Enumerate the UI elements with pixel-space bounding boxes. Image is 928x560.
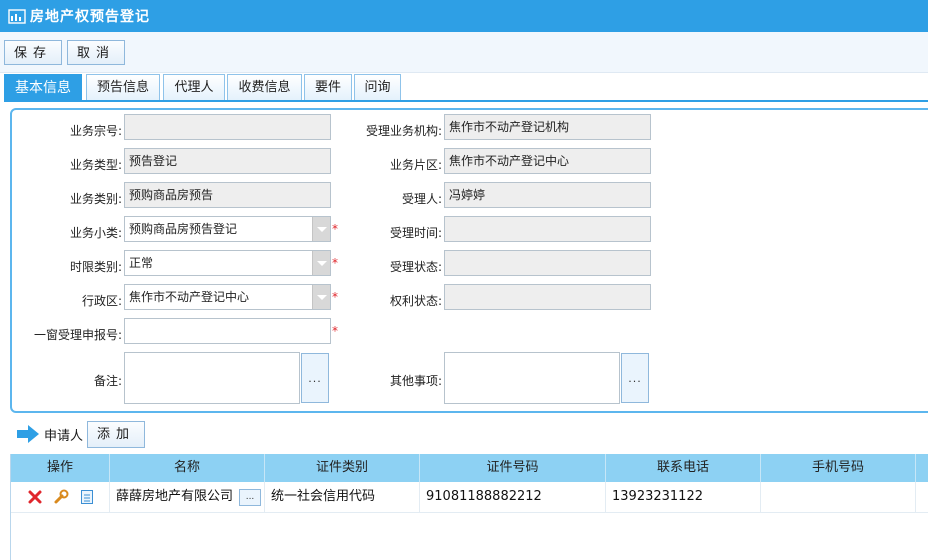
col-header-id-no: 证件号码: [420, 454, 606, 482]
time-type-select[interactable]: 正常: [124, 250, 331, 276]
applicant-label: 申请人: [44, 428, 84, 444]
cell-name-text: 薛薛房地产有限公司: [116, 489, 234, 504]
accept-time-label: 受理时间:: [389, 226, 442, 240]
cell-name: 薛薛房地产有限公司 ...: [110, 482, 265, 512]
delete-icon[interactable]: [27, 489, 43, 505]
cell-mobile: [761, 482, 916, 512]
other-label: 其他事项:: [389, 374, 442, 388]
biz-sub-label: 业务小类:: [69, 226, 122, 240]
other-more-button[interactable]: ...: [621, 353, 649, 403]
biz-type-field[interactable]: 预告登记: [124, 148, 331, 174]
required-mark: *: [332, 256, 338, 270]
cell-phone: 13923231122: [606, 482, 761, 512]
accept-time-field[interactable]: [444, 216, 651, 242]
cell-id-no: 91081188882212: [420, 482, 606, 512]
toolbar: 保存 取消: [0, 32, 928, 73]
add-applicant-button[interactable]: 添加: [87, 420, 146, 448]
col-header-actions: 操作: [11, 454, 110, 482]
tab-bar: 基本信息 预告信息 代理人 收费信息 要件 问询: [4, 74, 928, 101]
accept-status-label: 受理状态:: [389, 260, 442, 274]
window-no-input[interactable]: [124, 318, 331, 344]
row-actions: [11, 482, 110, 512]
tab-underline: [4, 100, 928, 102]
district-select[interactable]: 焦作市不动产登记中心: [124, 284, 331, 310]
accept-status-field[interactable]: [444, 250, 651, 276]
cell-id-type: 统一社会信用代码: [265, 482, 420, 512]
basic-info-form: 业务宗号: 业务类型: 预告登记 业务类别: 预购商品房预告 业务小类: 预购商…: [10, 108, 928, 413]
col-header-mobile: 手机号码: [761, 454, 916, 482]
biz-no-field[interactable]: [124, 114, 331, 140]
right-status-field[interactable]: [444, 284, 651, 310]
wrench-icon[interactable]: [53, 489, 69, 505]
applicant-section: 申请人 添加: [16, 420, 146, 448]
org-label: 受理业务机构:: [365, 124, 442, 138]
biz-sub-select[interactable]: 预购商品房预告登记: [124, 216, 331, 242]
remark-more-button[interactable]: ...: [301, 353, 329, 403]
chevron-down-icon[interactable]: [312, 285, 330, 309]
arrow-right-icon: [17, 425, 39, 443]
title-bar: 房地产权预告登记: [0, 0, 928, 32]
district-value: 焦作市不动产登记中心: [129, 290, 250, 304]
tab-notice-info[interactable]: 预告信息: [86, 74, 160, 101]
tab-basic-info[interactable]: 基本信息: [4, 74, 82, 101]
col-header-id-type: 证件类别: [265, 454, 420, 482]
page-title: 房地产权预告登记: [30, 9, 150, 25]
handler-label: 受理人:: [401, 192, 442, 206]
remark-textarea[interactable]: [124, 352, 300, 404]
tab-inquiry[interactable]: 问询: [354, 74, 401, 101]
org-field[interactable]: 焦作市不动产登记机构: [444, 114, 651, 140]
biz-cat-label: 业务类别:: [69, 192, 122, 206]
tab-fee-info[interactable]: 收费信息: [227, 74, 302, 101]
other-textarea[interactable]: [444, 352, 620, 404]
required-mark: *: [332, 290, 338, 304]
col-header-name: 名称: [110, 454, 265, 482]
time-type-label: 时限类别:: [69, 260, 122, 274]
tab-documents[interactable]: 要件: [304, 74, 352, 101]
applicant-grid: 操作 名称 证件类别 证件号码 联系电话 手机号码 薛薛房地产有限公司 ...: [10, 454, 928, 560]
area-field[interactable]: 焦作市不动产登记中心: [444, 148, 651, 174]
required-mark: *: [332, 324, 338, 338]
table-row[interactable]: 薛薛房地产有限公司 ... 统一社会信用代码 91081188882212 13…: [11, 482, 928, 513]
grid-header: 操作 名称 证件类别 证件号码 联系电话 手机号码: [11, 454, 928, 482]
biz-no-label: 业务宗号:: [69, 124, 122, 138]
chevron-down-icon[interactable]: [312, 251, 330, 275]
name-more-button[interactable]: ...: [239, 489, 261, 506]
area-label: 业务片区:: [389, 158, 442, 172]
biz-cat-field[interactable]: 预购商品房预告: [124, 182, 331, 208]
tab-agent[interactable]: 代理人: [163, 74, 225, 101]
handler-field[interactable]: 冯婷婷: [444, 182, 651, 208]
window-no-label: 一窗受理申报号:: [33, 328, 122, 342]
window-icon: [8, 9, 26, 24]
time-type-value: 正常: [129, 256, 154, 270]
biz-type-label: 业务类型:: [69, 158, 122, 172]
right-status-label: 权利状态:: [389, 294, 442, 308]
save-button[interactable]: 保存: [4, 40, 62, 65]
required-mark: *: [332, 222, 338, 236]
document-icon[interactable]: [79, 489, 95, 505]
remark-label: 备注:: [93, 374, 122, 388]
chevron-down-icon[interactable]: [312, 217, 330, 241]
cancel-button[interactable]: 取消: [67, 40, 125, 65]
district-label: 行政区:: [81, 294, 122, 308]
col-header-phone: 联系电话: [606, 454, 761, 482]
biz-sub-value: 预购商品房预告登记: [129, 222, 238, 236]
